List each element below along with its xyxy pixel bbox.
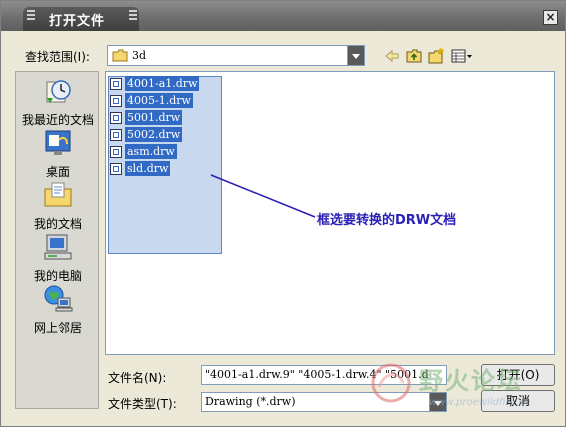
- annotation-pointer-line: [210, 174, 316, 218]
- window-title: 打开文件: [49, 14, 106, 29]
- lookin-dropdown-arrow-icon[interactable]: [347, 46, 364, 65]
- place-my-computer[interactable]: 我的电脑: [16, 232, 100, 284]
- drawing-file-icon: [110, 94, 122, 107]
- drawing-file-icon: [110, 128, 122, 141]
- file-name: 5002.drw: [125, 127, 183, 142]
- file-name: sld.drw: [125, 161, 171, 176]
- cancel-button[interactable]: 取消: [481, 390, 555, 412]
- title-bar[interactable]: 打开文件 ×: [1, 1, 565, 31]
- file-name: 4005-1.drw: [125, 93, 193, 108]
- place-recent-documents[interactable]: 我最近的文档: [16, 76, 100, 128]
- places-bar: 我最近的文档 桌面 我的文档 我的电脑 网上邻居: [15, 71, 99, 409]
- file-name: 4001-a1.drw: [125, 76, 200, 91]
- file-item[interactable]: 4005-1.drw: [110, 93, 193, 108]
- left-grip-icon: [27, 10, 35, 24]
- new-folder-icon[interactable]: [427, 47, 445, 65]
- file-item[interactable]: 5002.drw: [110, 127, 183, 142]
- filename-label: 文件名(N):: [108, 371, 167, 385]
- drawing-file-icon: [110, 162, 122, 175]
- open-button[interactable]: 打开(O): [481, 364, 555, 386]
- desktop-icon: [45, 130, 71, 155]
- back-arrow-icon[interactable]: [383, 47, 401, 65]
- file-item[interactable]: asm.drw: [110, 144, 177, 159]
- recent-documents-icon: [46, 80, 71, 103]
- lookin-label: 查找范围(I):: [25, 50, 90, 64]
- my-documents-icon: [44, 182, 72, 207]
- file-item[interactable]: 4001-a1.drw: [110, 76, 200, 91]
- file-item[interactable]: sld.drw: [110, 161, 171, 176]
- up-folder-icon[interactable]: [405, 47, 423, 65]
- file-item[interactable]: 5001.drw: [110, 110, 183, 125]
- place-label: 我最近的文档: [21, 113, 94, 127]
- close-button[interactable]: ×: [543, 10, 558, 25]
- drawing-file-icon: [110, 77, 122, 90]
- drawing-file-icon: [110, 111, 122, 124]
- folder-icon: [112, 49, 128, 62]
- drawing-file-icon: [110, 145, 122, 158]
- view-menu-icon[interactable]: [451, 47, 473, 65]
- lookin-value: 3d: [132, 49, 147, 62]
- network-places-icon: [44, 285, 73, 312]
- filetype-dropdown[interactable]: Drawing (*.drw): [201, 392, 447, 412]
- filetype-value: Drawing (*.drw): [205, 395, 296, 408]
- place-label: 桌面: [45, 165, 70, 179]
- lookin-dropdown[interactable]: 3d: [107, 45, 365, 66]
- my-computer-icon: [44, 234, 72, 260]
- open-file-dialog: 打开文件 × 查找范围(I): 3d 我最近的文档 桌面 我的文档 我的电脑 网…: [0, 0, 566, 427]
- place-desktop[interactable]: 桌面: [16, 128, 100, 180]
- filename-input[interactable]: "4001-a1.drw.9" "4005-1.drw.4" "5001.d: [201, 365, 447, 385]
- filetype-dropdown-arrow-icon[interactable]: [429, 393, 446, 411]
- file-name: asm.drw: [125, 144, 177, 159]
- place-my-documents[interactable]: 我的文档: [16, 180, 100, 232]
- file-name: 5001.drw: [125, 110, 183, 125]
- place-label: 我的文档: [33, 217, 82, 231]
- place-label: 网上邻居: [33, 321, 82, 335]
- place-network[interactable]: 网上邻居: [16, 284, 100, 336]
- right-grip-icon: [129, 10, 137, 24]
- filetype-label: 文件类型(T):: [108, 397, 177, 411]
- annotation-text: 框选要转换的DRW文档: [317, 213, 457, 228]
- place-label: 我的电脑: [33, 269, 82, 283]
